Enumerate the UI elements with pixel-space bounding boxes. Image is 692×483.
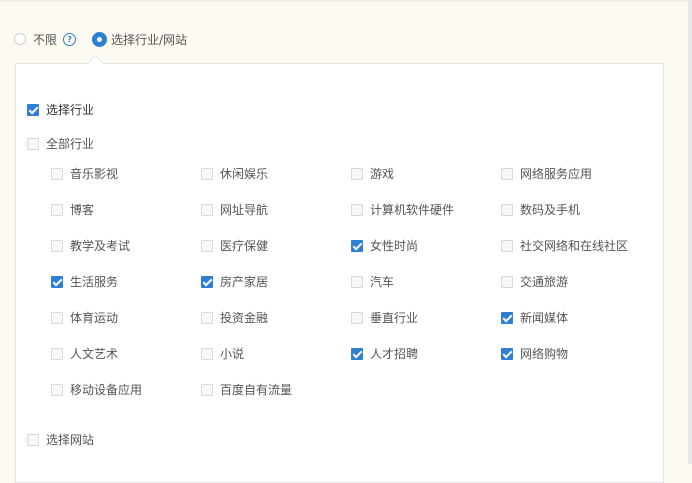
checkbox-box[interactable] <box>201 167 213 180</box>
all-industries-checkbox[interactable]: 全部行业 <box>27 135 94 152</box>
industry-label: 社交网络和在线社区 <box>520 239 629 253</box>
checkbox-box[interactable] <box>501 239 513 252</box>
radio-unlimited-label: 不限 <box>33 32 58 47</box>
industry-label: 网址导航 <box>220 203 269 217</box>
checkbox-box[interactable] <box>27 137 39 150</box>
industry-label: 游戏 <box>370 167 395 181</box>
industry-checkbox-item[interactable]: 百度自有流量 <box>201 381 292 398</box>
radio-industry-site-circle[interactable] <box>92 31 108 47</box>
checkbox-box[interactable] <box>51 275 63 288</box>
checkbox-box[interactable] <box>201 275 213 288</box>
industry-checkbox-item[interactable]: 教学及考试 <box>51 237 130 254</box>
industry-checkbox-item[interactable]: 交通旅游 <box>501 273 568 290</box>
industry-label: 数码及手机 <box>520 203 581 217</box>
industry-checkbox-item[interactable]: 房产家居 <box>201 273 268 290</box>
industry-label: 音乐影视 <box>70 167 119 181</box>
all-industries-label: 全部行业 <box>46 137 95 151</box>
checkbox-box[interactable] <box>201 383 213 396</box>
industry-checkbox-item[interactable]: 汽车 <box>351 273 394 290</box>
checkbox-box[interactable] <box>51 167 63 180</box>
checkbox-box[interactable] <box>501 311 513 324</box>
industry-checkbox-item[interactable]: 垂直行业 <box>351 309 418 326</box>
industry-label: 房产家居 <box>220 275 269 289</box>
industry-label: 体育运动 <box>70 311 119 325</box>
industry-checkbox-item[interactable]: 女性时尚 <box>351 237 418 254</box>
industry-checkbox-item[interactable]: 投资金融 <box>201 309 268 326</box>
industry-checkbox-item[interactable]: 人才招聘 <box>351 345 418 362</box>
checkbox-box[interactable] <box>351 239 363 252</box>
checkbox-box[interactable] <box>501 347 513 360</box>
industry-checkbox-item[interactable]: 社交网络和在线社区 <box>501 237 628 254</box>
industry-checkbox-item[interactable]: 移动设备应用 <box>51 381 142 398</box>
radio-unlimited-circle[interactable] <box>14 33 26 45</box>
industry-checkbox-item[interactable]: 休闲娱乐 <box>201 165 268 182</box>
industry-checkbox-item[interactable]: 网络购物 <box>501 345 568 362</box>
industry-label: 投资金融 <box>220 311 269 325</box>
industry-label: 交通旅游 <box>520 275 569 289</box>
checkbox-box[interactable] <box>201 203 213 216</box>
industry-checkbox-item[interactable]: 网址导航 <box>201 201 268 218</box>
checkbox-box[interactable] <box>27 103 39 116</box>
question-circle-icon[interactable]: ? <box>63 32 77 46</box>
industry-label: 百度自有流量 <box>220 383 293 397</box>
industry-label: 医疗保健 <box>220 239 269 253</box>
select-industry-label: 选择行业 <box>46 103 95 117</box>
checkbox-box[interactable] <box>51 311 63 324</box>
checkbox-box[interactable] <box>51 203 63 216</box>
industry-label: 垂直行业 <box>370 311 419 325</box>
right-border <box>688 0 692 464</box>
industry-label: 网络购物 <box>520 347 569 361</box>
checkbox-box[interactable] <box>51 347 63 360</box>
radio-industry-site[interactable]: 选择行业/网站 <box>92 31 187 48</box>
top-border <box>0 0 692 2</box>
industry-label: 网络服务应用 <box>520 167 593 181</box>
industry-label: 生活服务 <box>70 275 119 289</box>
industry-label: 汽车 <box>370 275 395 289</box>
checkbox-box[interactable] <box>27 433 39 446</box>
industry-checkbox-item[interactable]: 网络服务应用 <box>501 165 592 182</box>
checkbox-box[interactable] <box>351 311 363 324</box>
industry-checkbox-item[interactable]: 计算机软件硬件 <box>351 201 454 218</box>
industry-label: 人文艺术 <box>70 347 119 361</box>
industry-checkbox-item[interactable]: 游戏 <box>351 165 394 182</box>
industry-checkbox-item[interactable]: 音乐影视 <box>51 165 118 182</box>
radio-unlimited[interactable]: 不限 <box>14 31 57 48</box>
industry-checkbox-item[interactable]: 小说 <box>201 345 244 362</box>
industry-label: 移动设备应用 <box>70 383 143 397</box>
checkbox-box[interactable] <box>351 203 363 216</box>
industry-checkbox-item[interactable]: 数码及手机 <box>501 201 580 218</box>
industry-checkbox-item[interactable]: 博客 <box>51 201 94 218</box>
select-site-label: 选择网站 <box>46 433 95 447</box>
industry-checkbox-item[interactable]: 医疗保健 <box>201 237 268 254</box>
industry-checkbox-item[interactable]: 生活服务 <box>51 273 118 290</box>
industry-checkbox-item[interactable]: 新闻媒体 <box>501 309 568 326</box>
industry-label: 休闲娱乐 <box>220 167 269 181</box>
industry-checkbox-item[interactable]: 体育运动 <box>51 309 118 326</box>
checkbox-box[interactable] <box>51 239 63 252</box>
radio-industry-site-label: 选择行业/网站 <box>111 32 188 47</box>
checkbox-box[interactable] <box>351 347 363 360</box>
checkbox-box[interactable] <box>501 167 513 180</box>
checkbox-box[interactable] <box>501 275 513 288</box>
select-industry-checkbox[interactable]: 选择行业 <box>27 101 94 118</box>
industry-label: 博客 <box>70 203 95 217</box>
checkbox-box[interactable] <box>51 383 63 396</box>
industry-label: 女性时尚 <box>370 239 419 253</box>
targeting-radio-group: 不限 ? 选择行业/网站 <box>14 30 187 48</box>
checkbox-box[interactable] <box>351 275 363 288</box>
industry-label: 计算机软件硬件 <box>370 203 455 217</box>
checkbox-box[interactable] <box>201 311 213 324</box>
industry-label: 小说 <box>220 347 245 361</box>
industry-label: 人才招聘 <box>370 347 419 361</box>
industry-checkbox-item[interactable]: 人文艺术 <box>51 345 118 362</box>
industry-label: 新闻媒体 <box>520 311 569 325</box>
checkbox-box[interactable] <box>201 239 213 252</box>
checkbox-box[interactable] <box>201 347 213 360</box>
industry-label: 教学及考试 <box>70 239 131 253</box>
checkbox-box[interactable] <box>351 167 363 180</box>
checkbox-box[interactable] <box>501 203 513 216</box>
select-site-checkbox[interactable]: 选择网站 <box>27 431 94 448</box>
